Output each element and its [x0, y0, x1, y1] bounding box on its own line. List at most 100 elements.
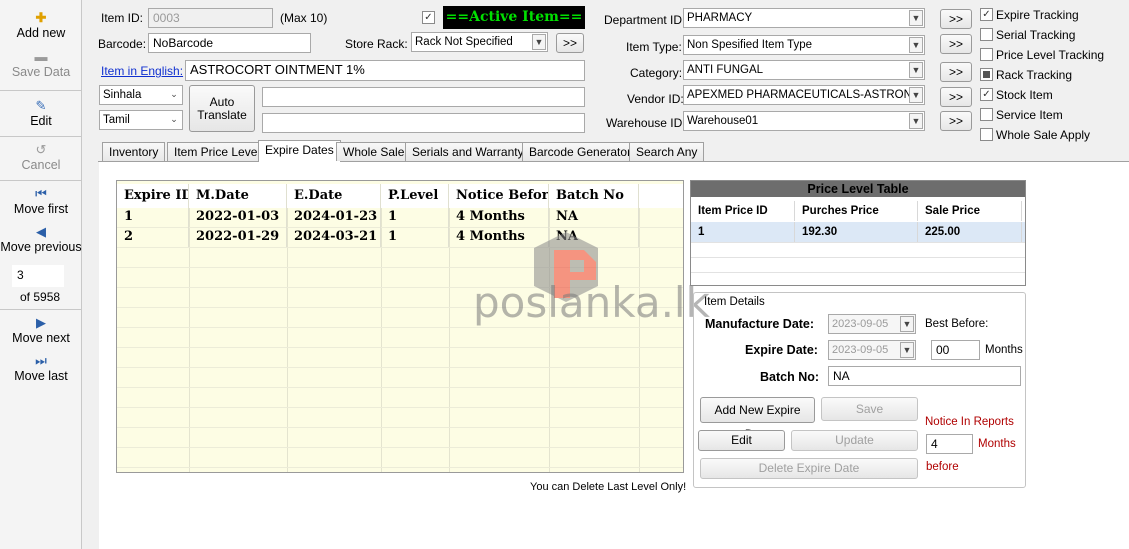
notice-before-cell: 4 Months	[449, 207, 549, 227]
cancel-button[interactable]: ↺ Cancel	[0, 142, 82, 172]
grid-header-cell: M.Date	[189, 184, 287, 208]
category-more-button[interactable]: >>	[940, 62, 972, 82]
edit-button[interactable]: ✎ Edit	[0, 98, 82, 128]
vendor-more-button[interactable]: >>	[940, 87, 972, 107]
expire-tracking-checkbox[interactable]: ✓	[980, 8, 993, 21]
barcode-field[interactable]: NoBarcode	[148, 33, 311, 53]
warehouse-select[interactable]: Warehouse01 ▼	[683, 111, 925, 131]
chevron-down-icon: ⌄	[167, 87, 181, 103]
undo-icon: ↺	[35, 142, 47, 157]
row-divider	[691, 272, 1025, 273]
store-rack-more-button[interactable]: >>	[556, 33, 584, 53]
chevron-down-icon: ▼	[909, 87, 923, 103]
tab-inventory[interactable]: Inventory	[102, 142, 166, 161]
best-before-label: Best Before:	[925, 318, 989, 330]
table-row[interactable]: 1 2022-01-03 2024-01-23 1 4 Months NA	[117, 207, 683, 227]
language1-field[interactable]	[262, 87, 585, 107]
move-last-button[interactable]: ⏭ Move last	[0, 353, 82, 383]
rack-tracking-checkbox[interactable]	[980, 68, 993, 81]
notice-in-reports-label: Notice In Reports	[925, 416, 1014, 428]
chevron-down-icon: ▼	[900, 316, 914, 332]
plus-icon: ✚	[35, 10, 47, 25]
manufacture-date-cell: 2022-01-29	[189, 227, 287, 247]
move-previous-button[interactable]: ◀ Move previous	[0, 224, 82, 254]
item-english-field[interactable]: ASTROCORT OINTMENT 1%	[185, 60, 585, 81]
table-row[interactable]: 1 192.30 225.00	[691, 222, 1025, 242]
item-details-title: Item Details	[704, 296, 765, 308]
grid-header-cell: Notice Before	[449, 184, 549, 208]
language2-select[interactable]: Tamil ⌄	[99, 110, 183, 130]
batch-no-cell: NA	[549, 207, 639, 227]
vendor-select[interactable]: APEXMED PHARMACEUTICALS-ASTRON ▼	[683, 85, 925, 105]
store-rack-select[interactable]: Rack Not Specified ▼	[411, 32, 548, 52]
stock-item-checkbox[interactable]: ✓	[980, 88, 993, 101]
category-label: Category:	[630, 66, 683, 80]
batch-no-field[interactable]: NA	[828, 366, 1021, 386]
auto-translate-button[interactable]: Auto Translate	[189, 85, 255, 132]
item-id-label: Item ID:	[101, 11, 144, 25]
tab-barcode-generator[interactable]: Barcode Generator	[522, 142, 639, 161]
next-record-icon: ▶	[36, 315, 46, 330]
last-record-icon: ⏭	[35, 353, 47, 368]
price-table-title: Price Level Table	[691, 181, 1025, 197]
move-next-button[interactable]: ▶ Move next	[0, 315, 82, 345]
department-select[interactable]: PHARMACY ▼	[683, 8, 925, 28]
divider	[0, 136, 82, 137]
item-type-more-button[interactable]: >>	[940, 34, 972, 54]
sale-price-cell: 225.00	[918, 222, 1022, 242]
manufacture-date-label: Manufacture Date:	[705, 317, 815, 331]
update-button[interactable]: Update	[791, 430, 918, 451]
notice-months-field[interactable]: 4	[926, 434, 973, 454]
whole-sale-apply-checkbox[interactable]	[980, 128, 993, 141]
price-level-table[interactable]: Price Level Table Item Price ID Purches …	[690, 180, 1026, 286]
delete-expire-date-button[interactable]: Delete Expire Date	[700, 458, 918, 479]
item-in-english-link[interactable]: Item in English:	[101, 64, 183, 78]
tab-whole-sale[interactable]: Whole Sale	[336, 142, 412, 161]
active-item-checkbox[interactable]: ✓	[422, 11, 435, 24]
whole-sale-apply-label: Whole Sale Apply	[996, 128, 1091, 142]
item-type-select[interactable]: Non Spesified Item Type ▼	[683, 35, 925, 55]
divider	[0, 90, 82, 91]
navigation-sidebar: ✚ Add new ▬ Save Data ✎ Edit ↺ Cancel ⏮ …	[0, 0, 82, 549]
move-first-button[interactable]: ⏮ Move first	[0, 186, 82, 216]
grid-row-line	[117, 467, 683, 468]
price-header-cell: Item Price ID	[691, 201, 795, 221]
item-id-field[interactable]: 0003	[148, 8, 273, 28]
months-label: Months	[985, 344, 1023, 356]
warehouse-label: Warehouse ID:	[606, 116, 686, 130]
serial-tracking-label: Serial Tracking	[996, 28, 1076, 42]
serial-tracking-checkbox[interactable]	[980, 28, 993, 41]
tab-search-any[interactable]: Search Any	[629, 142, 705, 161]
best-before-months-field[interactable]: 00	[931, 340, 980, 360]
tab-expire-dates[interactable]: Expire Dates	[258, 140, 341, 162]
grid-row-line	[117, 327, 683, 328]
warehouse-more-button[interactable]: >>	[940, 111, 972, 131]
expire-date-picker[interactable]: 2023-09-05 ▼	[828, 340, 916, 360]
price-level-cell: 1	[381, 207, 449, 227]
add-new-expire-date-button[interactable]: Add New Expire Date	[700, 397, 815, 441]
tab-item-price-level[interactable]: Item Price Level	[167, 142, 268, 161]
language2-field[interactable]	[262, 113, 585, 133]
purchase-price-cell: 192.30	[795, 222, 918, 242]
manufacture-date-picker[interactable]: 2023-09-05 ▼	[828, 314, 916, 334]
service-item-checkbox[interactable]	[980, 108, 993, 121]
manufacture-date-cell: 2022-01-03	[189, 207, 287, 227]
record-position-field[interactable]: 3	[12, 265, 64, 287]
price-level-tracking-checkbox[interactable]	[980, 48, 993, 61]
chevron-down-icon: ▼	[909, 10, 923, 26]
language1-select[interactable]: Sinhala ⌄	[99, 85, 183, 105]
watermark-text: poslanka.lk	[473, 278, 710, 327]
department-more-button[interactable]: >>	[940, 9, 972, 29]
grid-header-cell: Expire ID	[117, 184, 189, 208]
tab-serials-and-warranty[interactable]: Serials and Warranty	[405, 142, 531, 161]
grid-header-cell: E.Date	[287, 184, 381, 208]
add-new-button[interactable]: ✚ Add new	[0, 10, 82, 40]
save-button[interactable]: Save	[821, 397, 918, 421]
category-select[interactable]: ANTI FUNGAL ▼	[683, 60, 925, 80]
price-header-cell: Sale Price	[918, 201, 1022, 221]
edit-expire-button[interactable]: Edit	[698, 430, 785, 451]
save-data-button[interactable]: ▬ Save Data	[0, 49, 82, 79]
grid-header-cell: Batch No	[549, 184, 639, 208]
notice-months-label: Months	[978, 438, 1016, 450]
expire-id-cell: 1	[117, 207, 189, 227]
